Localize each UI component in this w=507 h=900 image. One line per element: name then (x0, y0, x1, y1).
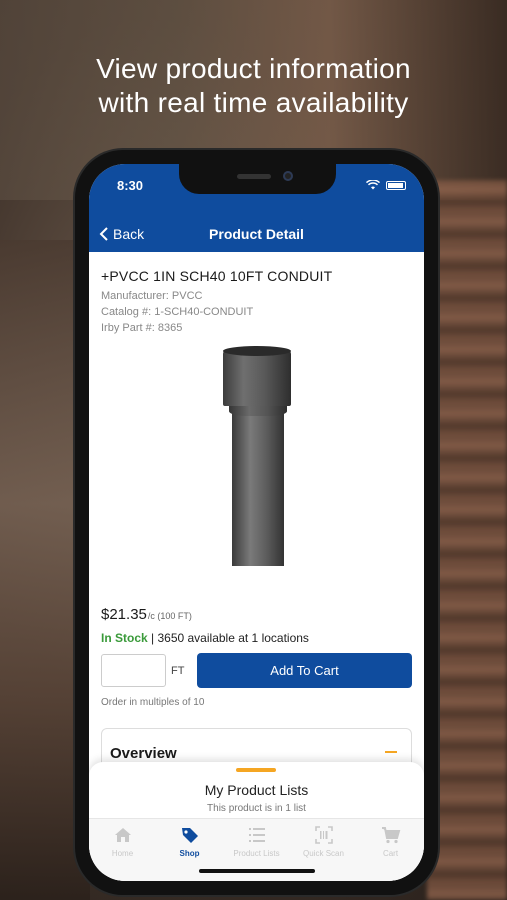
promo-headline: View product information with real time … (0, 52, 507, 120)
tab-quick-scan-label: Quick Scan (303, 849, 344, 858)
product-title: +PVCC 1IN SCH40 10FT CONDUIT (101, 268, 333, 284)
pipe-body (232, 404, 284, 566)
product-manufacturer: Manufacturer: PVCC (101, 290, 203, 302)
notch-speaker (237, 174, 271, 179)
tab-product-lists-label: Product Lists (233, 849, 280, 858)
promo-headline-line1: View product information (96, 53, 411, 84)
tag-icon (181, 828, 198, 843)
back-button-label: Back (113, 226, 145, 242)
quantity-input[interactable] (101, 654, 166, 687)
product-catalog-number: Catalog #: 1-SCH40-CONDUIT (101, 306, 254, 318)
product-lists-sheet[interactable]: My Product Lists This product is in 1 li… (89, 762, 424, 881)
tab-home[interactable]: Home (89, 819, 156, 881)
pipe-opening (223, 346, 291, 356)
product-price: $21.35 (101, 606, 147, 623)
tab-shop-label: Shop (179, 849, 200, 858)
phone-notch (179, 164, 336, 194)
product-part-number: Irby Part #: 8365 (101, 322, 183, 334)
add-to-cart-button[interactable]: Add To Cart (197, 653, 412, 688)
product-detail: +PVCC 1IN SCH40 10FT CONDUIT Manufacture… (89, 252, 424, 778)
phone-screen: 8:30 Product Detail Back +PVCC 1IN SCH40… (89, 164, 424, 881)
notch-camera (283, 171, 293, 181)
list-icon (248, 828, 265, 842)
quantity-row: FT Add To Cart (101, 653, 412, 688)
home-icon (114, 828, 131, 842)
order-multiples-note: Order in multiples of 10 (101, 697, 205, 708)
stock-status: In Stock (101, 631, 148, 645)
battery-icon (386, 180, 406, 190)
promo-headline-line2: with real time availability (98, 87, 409, 118)
sheet-drag-handle[interactable] (236, 768, 276, 772)
chevron-left-icon (99, 227, 108, 241)
status-time: 8:30 (117, 178, 144, 193)
cart-icon (381, 827, 400, 844)
collapse-icon[interactable] (385, 751, 397, 753)
price-row: $21.35 /c (100 FT) (101, 606, 412, 623)
price-unit: /c (100 FT) (147, 611, 192, 621)
quantity-unit: FT (171, 664, 185, 677)
background-blur-right (427, 180, 507, 900)
phone-frame: 8:30 Product Detail Back +PVCC 1IN SCH40… (75, 150, 438, 895)
wifi-icon (366, 180, 380, 190)
home-indicator[interactable] (199, 869, 315, 873)
product-meta: Manufacturer: PVCC Catalog #: 1-SCH40-CO… (101, 288, 412, 336)
status-icons (366, 180, 406, 190)
stock-row: In Stock | 3650 available at 1 locations (101, 631, 412, 645)
tab-cart[interactable]: Cart (357, 819, 424, 881)
sheet-title: My Product Lists (204, 782, 309, 798)
tab-cart-label: Cart (382, 849, 399, 858)
pipe-collar (223, 350, 291, 406)
barcode-icon (314, 826, 333, 844)
tab-home-label: Home (111, 849, 134, 858)
product-image (101, 344, 412, 574)
overview-title: Overview (110, 745, 177, 762)
availability-text: | 3650 available at 1 locations (151, 631, 309, 645)
back-button[interactable]: Back (99, 226, 144, 242)
sheet-subtitle: This product is in 1 list (207, 803, 306, 814)
